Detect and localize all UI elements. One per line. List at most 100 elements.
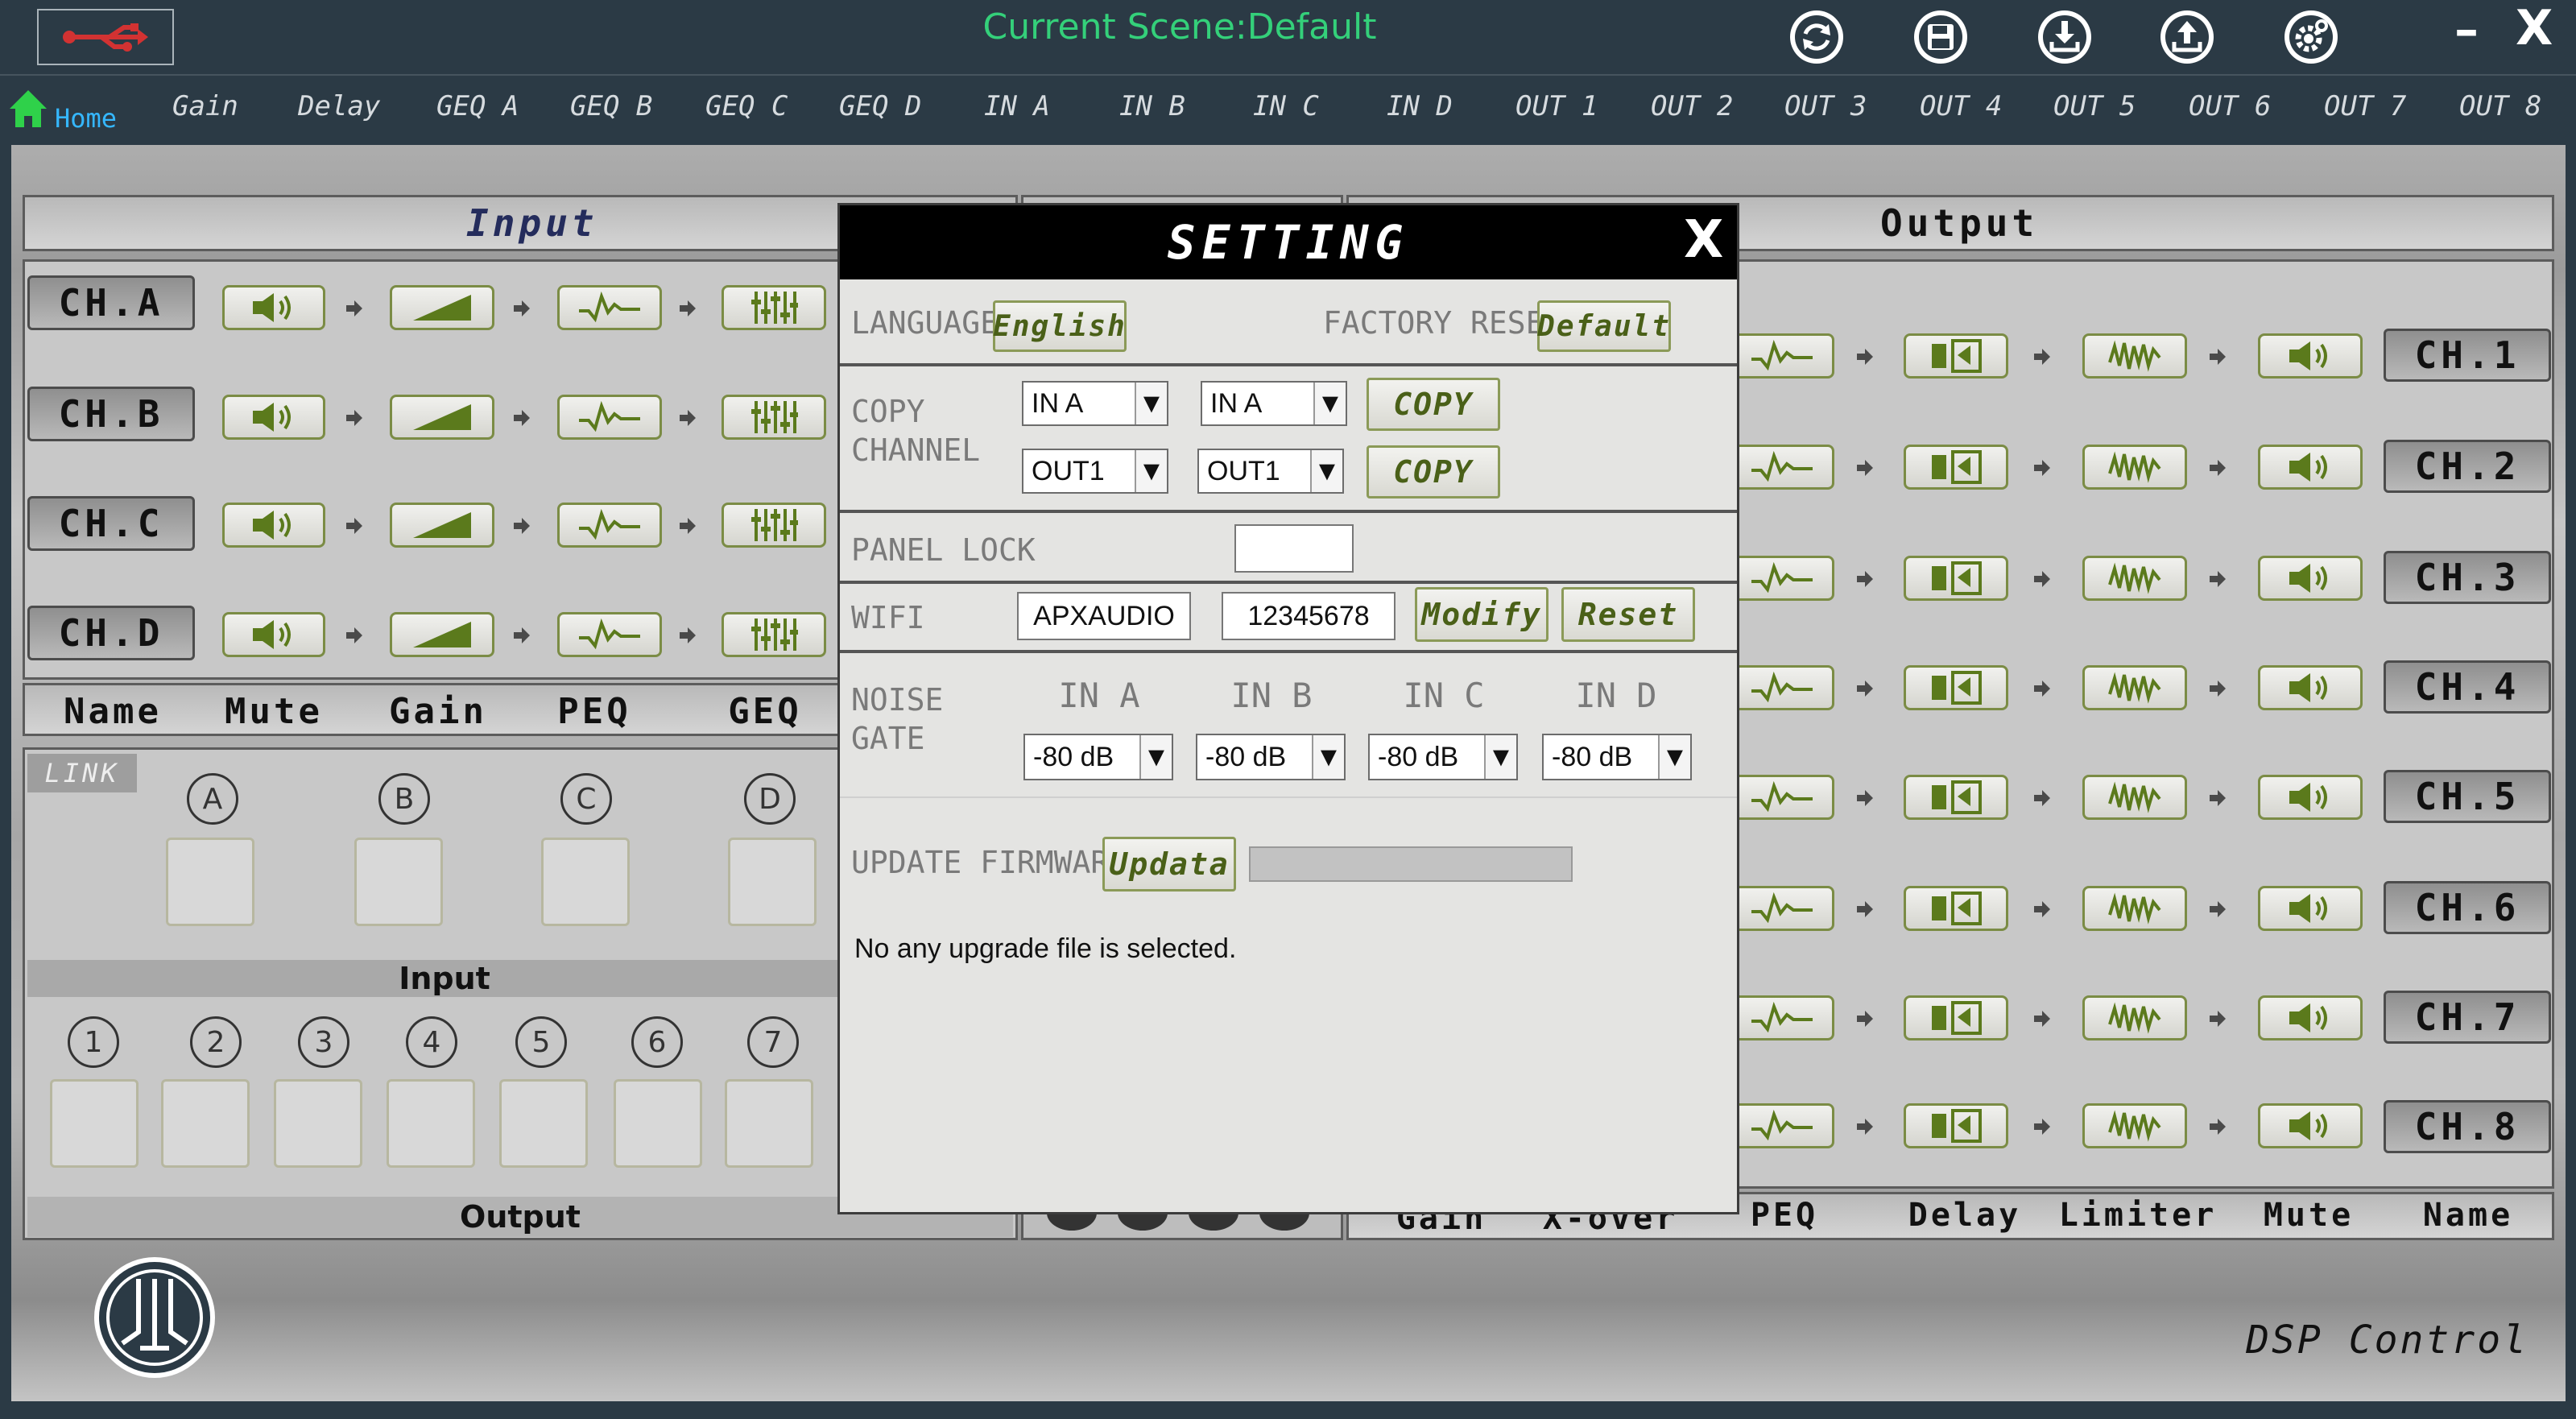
download-button[interactable]	[2032, 5, 2097, 69]
link-output-3-checkbox[interactable]	[274, 1079, 362, 1168]
output-2-peq-button[interactable]	[1730, 445, 1834, 490]
output-2-xover-button[interactable]	[1904, 445, 2008, 490]
minimize-button[interactable]: –	[2454, 2, 2479, 58]
nav-in-a[interactable]: IN A	[984, 90, 1050, 122]
copy-out-from-select[interactable]: OUT1 ▼	[1022, 449, 1168, 494]
output-4-mute-button[interactable]	[2258, 665, 2363, 710]
input-a-geq-button[interactable]	[722, 285, 826, 330]
output-7-mute-button[interactable]	[2258, 995, 2363, 1040]
input-c-gain-button[interactable]	[390, 503, 494, 548]
copy-out-button[interactable]: COPY	[1367, 445, 1500, 499]
input-ch-d[interactable]: CH.D	[27, 606, 195, 660]
settings-button[interactable]	[2279, 5, 2343, 69]
output-4-xover-button[interactable]	[1904, 665, 2008, 710]
nav-out-1[interactable]: OUT 1	[1515, 90, 1598, 122]
input-c-mute-button[interactable]	[222, 503, 325, 548]
output-6-mute-button[interactable]	[2258, 886, 2363, 931]
output-6-limiter-button[interactable]	[2082, 886, 2187, 931]
output-1-mute-button[interactable]	[2258, 333, 2363, 379]
copy-in-to-select[interactable]: IN A ▼	[1201, 381, 1347, 426]
noise-gate-in-b-select[interactable]: -80 dB ▼	[1196, 734, 1346, 780]
nav-out-6[interactable]: OUT 6	[2189, 90, 2271, 122]
output-ch-5[interactable]: CH.5	[2384, 770, 2551, 823]
nav-out-5[interactable]: OUT 5	[2053, 90, 2136, 122]
input-ch-b[interactable]: CH.B	[27, 387, 195, 441]
output-7-xover-button[interactable]	[1904, 995, 2008, 1040]
input-b-peq-button[interactable]	[557, 395, 662, 440]
output-5-xover-button[interactable]	[1904, 775, 2008, 820]
input-a-peq-button[interactable]	[557, 285, 662, 330]
output-ch-6[interactable]: CH.6	[2384, 881, 2551, 934]
usb-connection-button[interactable]	[37, 9, 174, 65]
link-input-c-checkbox[interactable]	[541, 838, 630, 926]
input-d-mute-button[interactable]	[222, 612, 325, 657]
link-input-d-checkbox[interactable]	[728, 838, 817, 926]
link-output-2-checkbox[interactable]	[161, 1079, 250, 1168]
home-icon[interactable]	[6, 87, 50, 130]
input-d-geq-button[interactable]	[722, 612, 826, 657]
nav-delay[interactable]: Delay	[298, 90, 380, 122]
input-b-geq-button[interactable]	[722, 395, 826, 440]
output-5-limiter-button[interactable]	[2082, 775, 2187, 820]
copy-out-to-select[interactable]: OUT1 ▼	[1197, 449, 1344, 494]
nav-in-b[interactable]: IN B	[1119, 90, 1185, 122]
input-ch-c[interactable]: CH.C	[27, 496, 195, 551]
output-3-limiter-button[interactable]	[2082, 556, 2187, 601]
output-3-mute-button[interactable]	[2258, 556, 2363, 601]
output-ch-7[interactable]: CH.7	[2384, 991, 2551, 1044]
input-c-geq-button[interactable]	[722, 503, 826, 548]
wifi-name-input[interactable]: APXAUDIO	[1017, 592, 1191, 640]
output-7-limiter-button[interactable]	[2082, 995, 2187, 1040]
link-output-6-checkbox[interactable]	[614, 1079, 702, 1168]
output-4-limiter-button[interactable]	[2082, 665, 2187, 710]
nav-out-2[interactable]: OUT 2	[1651, 90, 1733, 122]
nav-in-d[interactable]: IN D	[1387, 90, 1453, 122]
input-a-gain-button[interactable]	[390, 285, 494, 330]
nav-out-3[interactable]: OUT 3	[1784, 90, 1867, 122]
language-button[interactable]: English	[993, 300, 1127, 352]
output-3-peq-button[interactable]	[1730, 556, 1834, 601]
noise-gate-in-c-select[interactable]: -80 dB ▼	[1368, 734, 1518, 780]
setting-close-button[interactable]: X	[1684, 210, 1723, 270]
link-output-7-checkbox[interactable]	[725, 1079, 813, 1168]
output-8-xover-button[interactable]	[1904, 1103, 2008, 1148]
output-8-limiter-button[interactable]	[2082, 1103, 2187, 1148]
input-b-mute-button[interactable]	[222, 395, 325, 440]
output-7-peq-button[interactable]	[1730, 995, 1834, 1040]
output-2-limiter-button[interactable]	[2082, 445, 2187, 490]
wifi-reset-button[interactable]: Reset	[1561, 587, 1695, 642]
input-b-gain-button[interactable]	[390, 395, 494, 440]
nav-geq-a[interactable]: GEQ A	[436, 90, 519, 122]
output-5-mute-button[interactable]	[2258, 775, 2363, 820]
input-ch-a[interactable]: CH.A	[27, 275, 195, 330]
copy-in-button[interactable]: COPY	[1367, 378, 1500, 431]
link-input-b-checkbox[interactable]	[354, 838, 443, 926]
link-input-a-checkbox[interactable]	[166, 838, 254, 926]
input-a-mute-button[interactable]	[222, 285, 325, 330]
output-6-peq-button[interactable]	[1730, 886, 1834, 931]
close-button[interactable]: X	[2516, 0, 2553, 56]
wifi-modify-button[interactable]: Modify	[1415, 587, 1548, 642]
output-1-limiter-button[interactable]	[2082, 333, 2187, 379]
output-1-xover-button[interactable]	[1904, 333, 2008, 379]
output-3-xover-button[interactable]	[1904, 556, 2008, 601]
input-d-peq-button[interactable]	[557, 612, 662, 657]
update-firmware-button[interactable]: Updata	[1102, 837, 1236, 892]
output-4-peq-button[interactable]	[1730, 665, 1834, 710]
output-8-mute-button[interactable]	[2258, 1103, 2363, 1148]
input-c-peq-button[interactable]	[557, 503, 662, 548]
link-output-1-checkbox[interactable]	[50, 1079, 139, 1168]
nav-in-c[interactable]: IN C	[1253, 90, 1319, 122]
output-2-mute-button[interactable]	[2258, 445, 2363, 490]
nav-out-4[interactable]: OUT 4	[1920, 90, 2002, 122]
input-d-gain-button[interactable]	[390, 612, 494, 657]
output-ch-1[interactable]: CH.1	[2384, 329, 2551, 382]
output-1-peq-button[interactable]	[1730, 333, 1834, 379]
nav-geq-c[interactable]: GEQ C	[705, 90, 788, 122]
save-button[interactable]	[1908, 5, 1973, 69]
nav-geq-d[interactable]: GEQ D	[839, 90, 921, 122]
output-ch-3[interactable]: CH.3	[2384, 551, 2551, 604]
noise-gate-in-d-select[interactable]: -80 dB ▼	[1542, 734, 1692, 780]
nav-home[interactable]: Home	[55, 103, 117, 134]
output-8-peq-button[interactable]	[1730, 1103, 1834, 1148]
